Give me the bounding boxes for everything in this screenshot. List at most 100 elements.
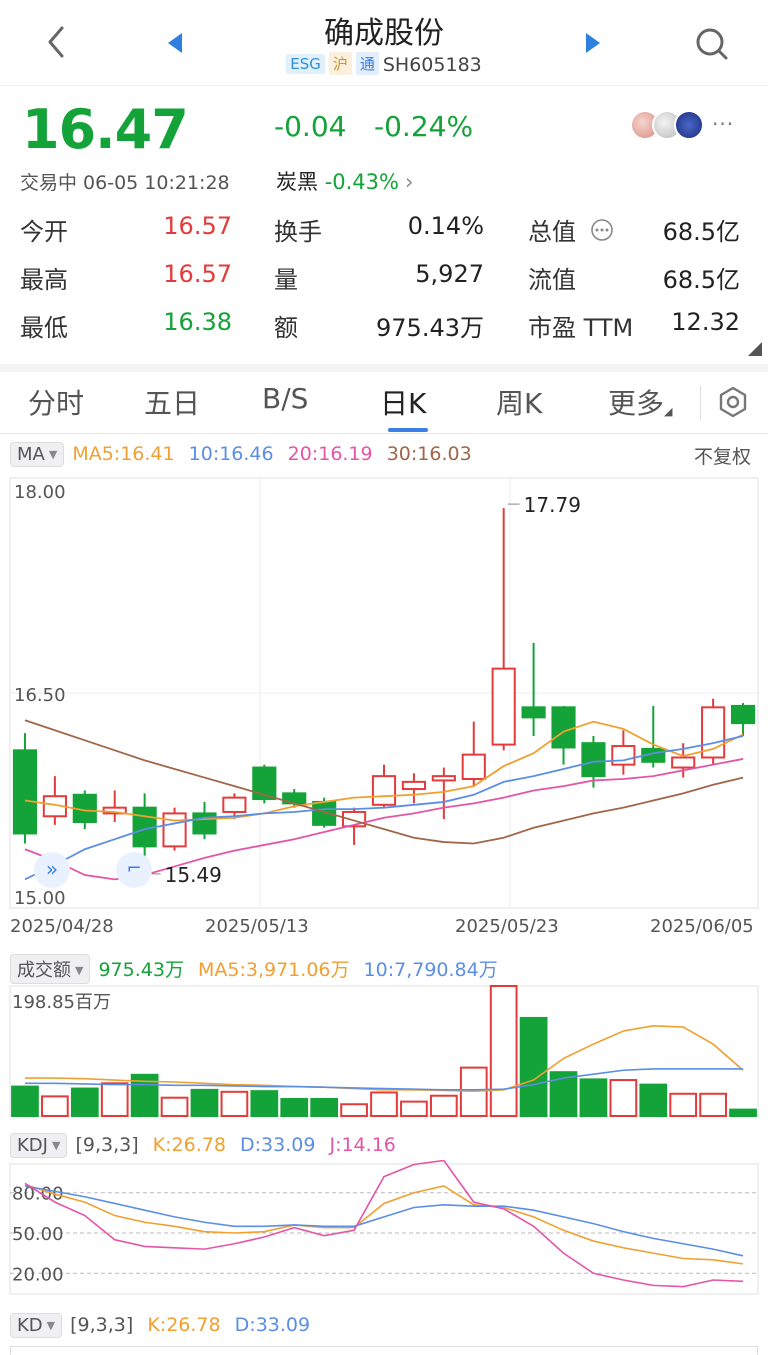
volume-bar	[310, 1098, 339, 1118]
divider	[700, 386, 701, 420]
more-icon[interactable]: ···	[712, 112, 734, 136]
divider	[0, 364, 768, 372]
kdj-indicator-selector[interactable]: KDJ ▼	[10, 1133, 68, 1158]
follower-avatars[interactable]	[630, 110, 710, 140]
volume-bar	[100, 1082, 129, 1117]
stat-value: 0.14%	[407, 212, 484, 240]
candle-body	[431, 775, 456, 782]
x-tick-label: 2025/06/05	[650, 916, 754, 937]
volume-indicator-selector[interactable]: 成交额 ▼	[10, 954, 91, 984]
volume-bar	[699, 1092, 727, 1117]
pill-label: MA	[17, 444, 45, 465]
sector-name: 炭黑	[276, 170, 318, 194]
stat-label: 最高	[20, 266, 68, 294]
candle-body	[551, 706, 576, 749]
stock-name: 确成股份	[324, 16, 444, 51]
candle-body	[222, 796, 247, 813]
gear-icon[interactable]	[716, 382, 750, 422]
crop-icon[interactable]: ⌐	[116, 852, 152, 888]
ma-indicator-selector[interactable]: MA ▼	[10, 442, 65, 467]
y-tick-label: 16.50	[14, 685, 66, 706]
stat-value: 16.38	[163, 308, 232, 336]
volume-bar	[220, 1090, 249, 1117]
kd-indicator-selector[interactable]: KD ▼	[10, 1313, 63, 1338]
tab-label: 更多	[608, 387, 665, 420]
ma-legend: MA ▼ MA5:16.41 10:16.46 20:16.19 30:16.03	[10, 442, 472, 467]
tab-label: 日K	[380, 387, 427, 420]
volume-legend: 成交额 ▼ 975.43万 MA5:3,971.06万 10:7,790.84万	[10, 954, 498, 984]
candle-body	[491, 667, 516, 746]
kdj-k: K:26.78	[152, 1134, 226, 1156]
expand-corner-icon[interactable]	[748, 342, 762, 356]
ma5-value: MA5:16.41	[72, 443, 175, 465]
x-tick-label: 2025/05/23	[455, 916, 559, 937]
connect-tag: 通	[355, 52, 379, 75]
volume-bar	[609, 1079, 638, 1118]
caret-icon: ◢	[664, 405, 673, 418]
volume-bar	[429, 1094, 458, 1117]
kd-d: D:33.09	[234, 1314, 311, 1336]
chevron-right-icon: ›	[404, 170, 414, 194]
caret-down-icon: ▼	[46, 1319, 56, 1332]
chart-tabs: 分时 五日 B/S 日K 周K 更多◢	[0, 372, 768, 434]
stat-label: 量	[274, 266, 298, 294]
kdj-d: D:33.09	[239, 1134, 316, 1156]
tab-weekly-k[interactable]: 周K	[496, 382, 542, 422]
tab-five-day[interactable]: 五日	[144, 382, 200, 422]
candle-body	[371, 775, 397, 806]
candle-body	[401, 780, 426, 791]
candle-body	[581, 742, 606, 778]
stat-value: 12.32	[671, 308, 740, 336]
volume-bar	[519, 1016, 548, 1117]
price-change: -0.04	[274, 110, 347, 143]
stock-subtitle: ESG 沪通 SH605183	[0, 52, 768, 76]
stat-label: 流值	[528, 266, 576, 294]
caret-down-icon: ▼	[48, 448, 58, 461]
tab-more[interactable]: 更多◢	[608, 382, 672, 422]
stock-code: SH605183	[382, 54, 482, 76]
kd-chart-top-border	[10, 1346, 758, 1355]
tab-daily-k[interactable]: 日K	[380, 382, 428, 432]
kd-legend: KD ▼ [9,3,3] K:26.78 D:33.09	[10, 1313, 310, 1338]
kdj-chart[interactable]: 80.0050.0020.00	[0, 1160, 768, 1300]
volume-bar	[160, 1096, 189, 1118]
candle-body	[730, 704, 756, 725]
kdj-params: [9,3,3]	[75, 1134, 139, 1156]
kd-k: K:26.78	[147, 1314, 221, 1336]
kdj-line-d	[24, 1185, 744, 1257]
pill-label: KD	[17, 1315, 43, 1336]
kd-params: [9,3,3]	[70, 1314, 134, 1336]
esg-tag[interactable]: ESG	[286, 54, 325, 74]
volume-bar	[340, 1103, 368, 1118]
min-price-label: 15.49	[165, 863, 222, 887]
price-change-percent: -0.24%	[374, 110, 474, 143]
last-price: 16.47	[22, 98, 189, 161]
volume-bar	[489, 985, 518, 1117]
volume-bar	[400, 1100, 428, 1118]
kdj-j: J:14.16	[329, 1134, 396, 1156]
adjust-mode[interactable]: 不复权	[694, 442, 751, 469]
tab-bs[interactable]: B/S	[262, 382, 308, 415]
volume-bar	[190, 1088, 219, 1117]
stat-label: 今开	[20, 218, 68, 246]
candle-body	[192, 812, 217, 835]
search-icon[interactable]	[694, 26, 730, 62]
max-price-label: 17.79	[524, 493, 581, 517]
candle-body	[162, 812, 187, 848]
y-tick-label: 20.00	[12, 1264, 64, 1285]
tab-intraday[interactable]: 分时	[28, 382, 84, 422]
pill-label: KDJ	[17, 1135, 48, 1156]
expand-left-icon[interactable]: »	[34, 852, 70, 888]
sector-change: -0.43%	[324, 170, 399, 194]
volume-chart[interactable]: 198.85百万	[0, 982, 768, 1122]
sector-link[interactable]: 炭黑 -0.43% ›	[276, 166, 413, 196]
pill-label: 成交额	[17, 960, 71, 981]
info-icon[interactable]	[590, 218, 614, 242]
ma20-value: 20:16.19	[287, 443, 373, 465]
volume-bar	[70, 1087, 99, 1117]
exchange-tag: 沪	[328, 52, 352, 75]
stat-value: 5,927	[415, 260, 484, 288]
candle-body	[12, 749, 38, 835]
next-stock-icon[interactable]	[584, 32, 602, 54]
kdj-legend: KDJ ▼ [9,3,3] K:26.78 D:33.09 J:14.16	[10, 1133, 396, 1158]
